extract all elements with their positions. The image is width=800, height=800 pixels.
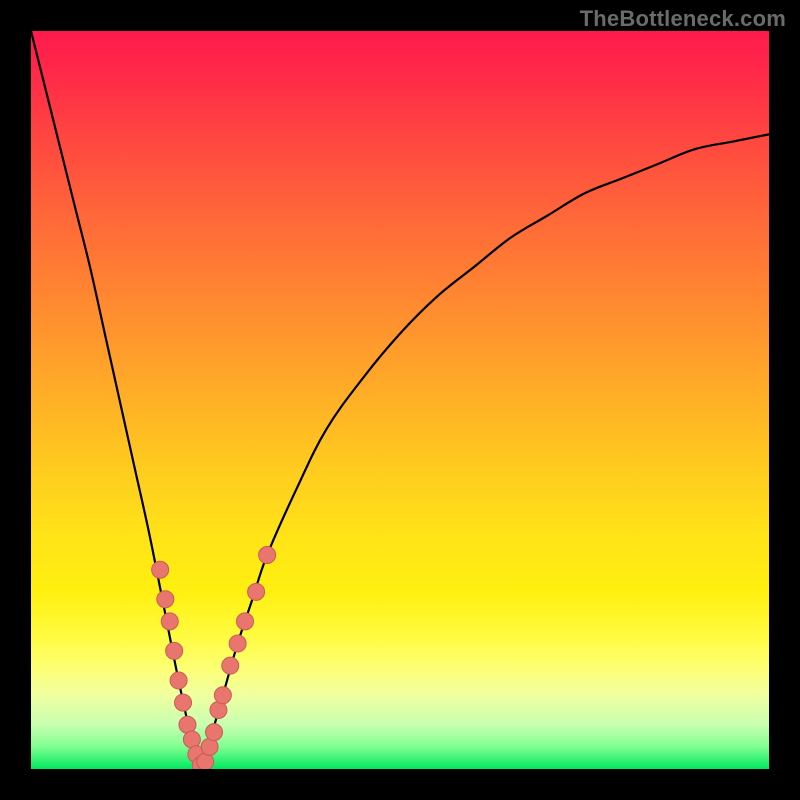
chart-svg — [31, 31, 769, 769]
watermark-text: TheBottleneck.com — [580, 6, 786, 32]
bottleneck-curve — [31, 31, 769, 769]
data-marker — [161, 613, 178, 630]
chart-frame: TheBottleneck.com — [0, 0, 800, 800]
data-marker — [222, 657, 239, 674]
data-marker — [214, 687, 231, 704]
data-marker — [259, 546, 276, 563]
data-marker — [152, 561, 169, 578]
plot-area — [31, 31, 769, 769]
data-marker — [206, 724, 223, 741]
data-marker — [157, 591, 174, 608]
data-marker — [166, 642, 183, 659]
data-markers — [152, 546, 276, 769]
data-marker — [229, 635, 246, 652]
data-marker — [175, 694, 192, 711]
data-marker — [237, 613, 254, 630]
data-marker — [248, 583, 265, 600]
data-marker — [170, 672, 187, 689]
